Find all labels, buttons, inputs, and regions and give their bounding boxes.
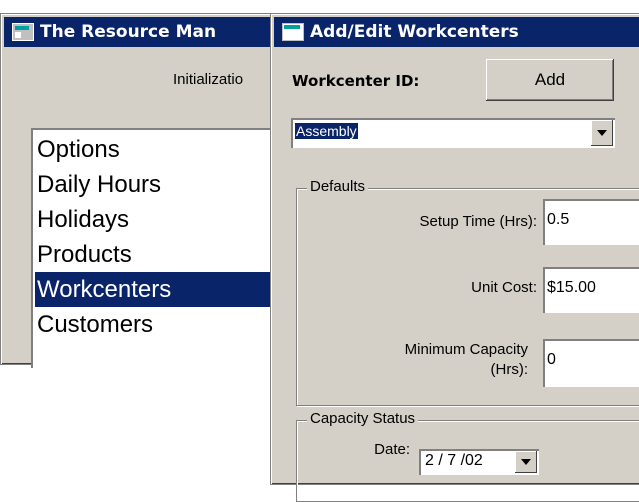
defaults-group-title: Defaults xyxy=(307,178,369,195)
unit-cost-field[interactable]: $15.00 xyxy=(543,267,639,313)
setup-time-label: Setup Time (Hrs): xyxy=(419,213,537,230)
list-item[interactable]: Daily Hours xyxy=(35,167,293,202)
workcenter-id-label: Workcenter ID: xyxy=(292,72,420,90)
date-picker[interactable]: 2 / 7 /02 xyxy=(419,449,539,475)
workcenter-value: Assembly xyxy=(295,123,358,139)
list-item[interactable]: Workcenters xyxy=(35,272,293,307)
options-listbox[interactable]: Options Daily Hours Holidays Products Workce… xyxy=(31,128,293,368)
add-button[interactable]: Add xyxy=(486,59,614,101)
chevron-down-icon xyxy=(521,459,531,465)
minimum-capacity-value: 0 xyxy=(547,351,556,368)
unit-cost-label: Unit Cost: xyxy=(471,279,537,296)
dialog-title-bar[interactable]: Add/Edit Workcenters xyxy=(274,17,639,47)
list-item[interactable]: Holidays xyxy=(35,202,293,237)
setup-time-value: 0.5 xyxy=(547,211,570,228)
dialog-title: Add/Edit Workcenters xyxy=(310,22,519,42)
date-dropdown-button[interactable] xyxy=(515,451,537,473)
list-item[interactable]: Options xyxy=(35,132,293,167)
workcenter-combo[interactable]: Assembly xyxy=(291,118,615,148)
list-item[interactable]: Customers xyxy=(35,307,293,342)
list-item[interactable]: Products xyxy=(35,237,293,272)
minimum-capacity-field[interactable]: 0 xyxy=(543,339,639,387)
app-icon xyxy=(12,23,34,41)
unit-cost-value: $15.00 xyxy=(547,279,596,296)
date-value: 2 / 7 /02 xyxy=(425,452,483,469)
setup-time-field[interactable]: 0.5 xyxy=(543,199,639,245)
main-window-title: The Resource Man xyxy=(40,22,217,42)
dialog-icon xyxy=(282,23,304,41)
resource-manager-window: The Resource Man Initializatio Options Da… xyxy=(0,13,302,368)
add-edit-workcenters-dialog: Add/Edit Workcenters Workcenter ID: Add … xyxy=(270,13,639,502)
capacity-status-group: Capacity Status Date: 2 / 7 /02 xyxy=(296,410,639,502)
chevron-down-icon xyxy=(597,130,607,136)
minimum-capacity-hrs-label: (Hrs): xyxy=(490,361,529,378)
workcenter-dropdown-button[interactable] xyxy=(591,120,613,146)
main-title-bar[interactable]: The Resource Man xyxy=(4,17,298,47)
defaults-group: Defaults Setup Time (Hrs): 0.5 Unit Cost… xyxy=(296,178,639,406)
initialization-label: Initializatio xyxy=(173,71,244,88)
capacity-status-group-title: Capacity Status xyxy=(307,410,419,427)
date-label: Date: xyxy=(374,441,410,458)
minimum-capacity-label: Minimum Capacity xyxy=(404,341,528,358)
